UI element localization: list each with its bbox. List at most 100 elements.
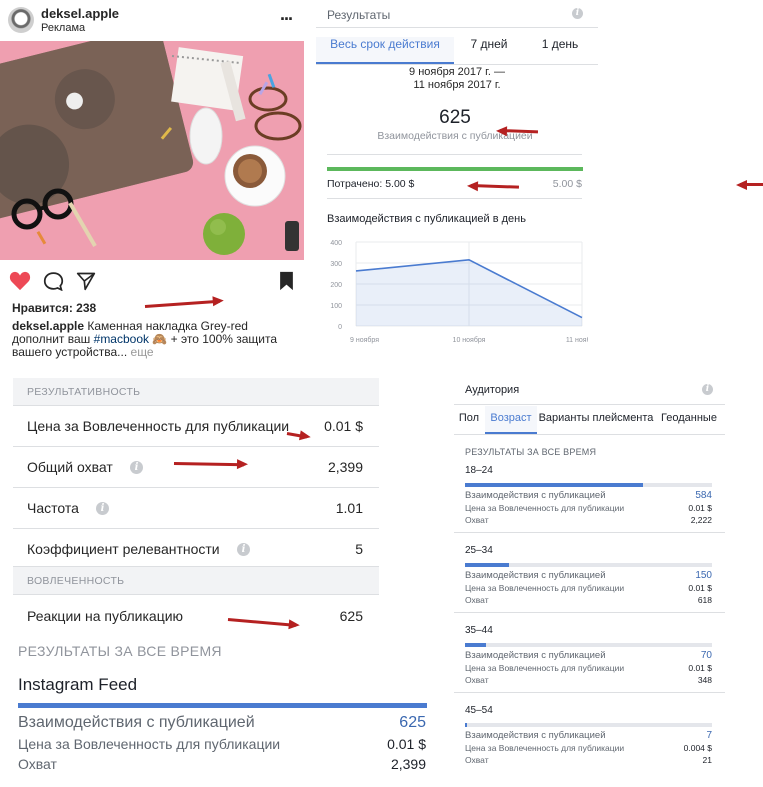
post-sponsored-label: Реклама <box>41 22 86 34</box>
interactions-total: 625 <box>439 107 471 128</box>
hashtag-link[interactable]: #macbook <box>94 332 149 346</box>
age-interactions-label: Взаимодействия с публикацией <box>465 570 606 581</box>
post-image: ● <box>0 41 304 260</box>
feed-interactions-label: Взаимодействия с публикацией <box>18 714 255 731</box>
date-range-end: 11 ноября 2017 г. <box>413 79 501 91</box>
metric-row-reactions[interactable]: Реакции на публикацию 625 <box>13 595 379 630</box>
caption-text-line2-end: + это 100% защита <box>170 332 278 346</box>
emoji-icon: 🙈 <box>152 332 168 346</box>
relevance-info-icon[interactable]: i <box>237 543 250 556</box>
reach-info-icon[interactable]: i <box>130 461 143 474</box>
y-tick-label: 400 <box>330 240 342 247</box>
metric-label-reactions: Реакции на публикацию <box>27 608 184 624</box>
results-panel: Результаты i Весь срок действия 7 дней 1… <box>316 0 763 350</box>
chart-arrow-spent <box>740 183 763 186</box>
age-bar-fill <box>465 483 643 487</box>
results-title: Результаты <box>327 8 391 22</box>
tab-lifetime[interactable]: Весь срок действия <box>316 37 454 64</box>
more-link[interactable]: еще <box>131 345 154 359</box>
age-reach-label: Охват <box>465 595 489 605</box>
age-interactions-label: Взаимодействия с публикацией <box>465 650 606 661</box>
spent-total: 5.00 $ <box>552 178 582 190</box>
likes-count[interactable]: Нравится: 238 <box>12 301 96 315</box>
feed-reach-value: 2,399 <box>390 756 426 772</box>
y-tick-label: 100 <box>330 303 342 310</box>
y-tick-label: 0 <box>338 324 342 331</box>
tab-placement[interactable]: Варианты плейсмента <box>538 412 654 424</box>
feed-progress-track <box>18 703 427 708</box>
date-range-start: 9 ноября 2017 г. — <box>409 66 505 78</box>
metric-value-reach: 2,399 <box>327 459 363 475</box>
spent-label: Потрачено: 5.00 $ <box>327 178 415 190</box>
feed-summary-header: РЕЗУЛЬТАТЫ ЗА ВСЕ ВРЕМЯ <box>18 643 222 659</box>
feed-progress-fill <box>18 703 427 708</box>
age-reach-value: 21 <box>702 755 712 765</box>
engagement-header: ВОВЛЕЧЕННОСТЬ <box>13 567 379 595</box>
age-group-separator <box>454 612 725 613</box>
age-bar-fill <box>465 643 486 647</box>
caption-text-line3: вашего устройства... <box>12 345 128 359</box>
caption-text-line1: Каменная накладка Grey-red <box>87 319 248 333</box>
metric-value-frequency: 1.01 <box>335 500 363 516</box>
age-reach-label: Охват <box>465 675 489 685</box>
like-heart-icon[interactable] <box>9 271 31 291</box>
age-bar-track <box>465 483 712 487</box>
metric-value-relevance: 5 <box>355 541 363 557</box>
comment-icon[interactable] <box>43 271 64 291</box>
tab-geo[interactable]: Геоданные <box>656 412 722 424</box>
audience-info-icon[interactable]: i <box>702 384 713 395</box>
post-username[interactable]: deksel.apple <box>41 6 119 21</box>
tab-gender[interactable]: Пол <box>454 412 484 424</box>
metric-label-relevance: Коэффициент релевантности <box>27 541 220 557</box>
y-tick-label: 200 <box>330 282 342 289</box>
metric-label-reach: Общий охват <box>27 459 113 475</box>
save-bookmark-icon[interactable] <box>279 271 294 291</box>
metric-row-cost[interactable]: Цена за Вовлеченность для публикации 0.0… <box>13 406 379 447</box>
age-interactions-value: 70 <box>700 650 712 661</box>
age-cost-value: 0.01 $ <box>688 503 712 513</box>
interactions-arrow <box>499 129 539 134</box>
age-interactions-value: 584 <box>695 490 712 501</box>
age-cost-value: 0.01 $ <box>688 583 712 593</box>
metric-row-reach[interactable]: Общий охват i 2,399 <box>13 447 379 488</box>
age-interactions-label: Взаимодействия с публикацией <box>465 730 606 741</box>
caption-username[interactable]: deksel.apple <box>12 319 84 333</box>
audience-title: Аудитория <box>465 384 520 396</box>
age-bar-track <box>465 643 712 647</box>
performance-header: РЕЗУЛЬТАТИВНОСТЬ <box>13 378 379 406</box>
metric-row-frequency[interactable]: Частота i 1.01 <box>13 488 379 529</box>
age-range-label: 18–24 <box>465 465 493 476</box>
age-interactions-value: 7 <box>706 730 712 741</box>
metric-value-cost: 0.01 $ <box>324 418 363 434</box>
age-reach-label: Охват <box>465 755 489 765</box>
x-tick-label: 9 ноября <box>350 336 379 344</box>
chart-area <box>356 259 582 326</box>
age-cost-label: Цена за Вовлеченность для публикации <box>465 663 625 673</box>
tab-7-days[interactable]: 7 дней <box>456 37 522 51</box>
age-range-label: 45–54 <box>465 705 493 716</box>
tab-1-day[interactable]: 1 день <box>526 37 594 51</box>
age-reach-value: 348 <box>697 675 712 685</box>
feed-summary: РЕЗУЛЬТАТЫ ЗА ВСЕ ВРЕМЯ Instagram Feed В… <box>18 640 428 780</box>
share-icon[interactable] <box>76 271 96 291</box>
age-cost-label: Цена за Вовлеченность для публикации <box>465 743 625 753</box>
metric-value-reactions: 625 <box>339 608 363 624</box>
metric-row-relevance[interactable]: Коэффициент релевантности i 5 <box>13 529 379 567</box>
age-interactions-value: 150 <box>695 570 712 581</box>
age-reach-label: Охват <box>465 515 489 525</box>
caption-text-line2: дополнит ваш <box>12 332 91 346</box>
feed-interactions-value: 625 <box>399 714 426 731</box>
age-group-separator <box>454 532 725 533</box>
more-options-icon[interactable]: ... <box>280 4 293 25</box>
age-range-label: 25–34 <box>465 545 493 556</box>
tab-age[interactable]: Возраст <box>485 406 537 434</box>
age-cost-value: 0.01 $ <box>688 663 712 673</box>
post-caption: deksel.apple Каменная накладка Grey-red … <box>12 320 302 359</box>
avatar[interactable] <box>8 7 34 33</box>
spend-progress-fill <box>327 167 583 171</box>
age-cost-value: 0.004 $ <box>683 743 712 753</box>
age-reach-value: 618 <box>697 595 712 605</box>
frequency-info-icon[interactable]: i <box>96 502 109 515</box>
results-info-icon[interactable]: i <box>572 8 583 19</box>
age-interactions-label: Взаимодействия с публикацией <box>465 490 606 501</box>
